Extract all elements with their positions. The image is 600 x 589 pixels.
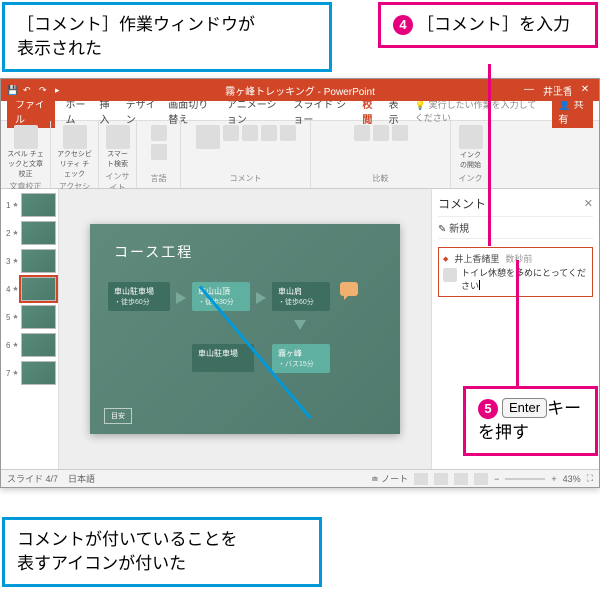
tell-me[interactable]: 実行したい作業を入力してください	[415, 100, 536, 123]
fit-icon[interactable]: ⛶	[587, 473, 593, 484]
enter-key: Enter	[502, 398, 547, 418]
shape-1[interactable]: 車山駐車場・徒歩60分	[108, 282, 170, 311]
slide-thumbnails[interactable]: 1★ 2★ 3★ 4★ 5★ 6★ 7★	[1, 189, 59, 469]
step-number: 5	[478, 399, 498, 419]
arrow-icon	[256, 292, 266, 304]
ribbon: スペル チェックと文章校正文章校正 アクセシビリティ チェックアクセシビリティ …	[1, 121, 599, 189]
thumbnail-2[interactable]: 2★	[3, 221, 56, 245]
callout-text: ［コメント］を入力	[417, 15, 570, 34]
undo-icon[interactable]: ↶	[23, 85, 33, 95]
slide-title[interactable]: コース工程	[114, 242, 193, 262]
compare-icon[interactable]	[354, 125, 370, 141]
thumbnail-7[interactable]: 7★	[3, 361, 56, 385]
thumbnail-6[interactable]: 6★	[3, 333, 56, 357]
zoom-out-icon[interactable]: −	[494, 474, 499, 484]
close-button[interactable]: ✕	[571, 79, 599, 101]
delete-comment-icon[interactable]	[223, 125, 239, 141]
avatar-icon	[443, 268, 457, 282]
prev-comment-icon[interactable]	[242, 125, 258, 141]
ribbon-group-label: コメント	[230, 173, 262, 184]
ribbon-group-label: 言語	[151, 173, 167, 184]
reading-view-icon[interactable]	[454, 473, 468, 485]
ribbon-group-comments: コメント	[181, 121, 311, 188]
ribbon-group-insights: スマート検索インサイト	[99, 121, 137, 188]
slideshow-view-icon[interactable]	[474, 473, 488, 485]
leader-step5	[516, 260, 519, 386]
shape-5[interactable]: 霧ヶ峰・バス15分	[272, 344, 330, 373]
comment-text-input[interactable]: トイレ休憩を多めにとってください	[461, 268, 588, 292]
comment-author: 井上香緒里	[454, 252, 499, 265]
new-comment-button[interactable]: 新規	[438, 216, 593, 239]
arrow-icon	[294, 320, 306, 330]
ribbon-group-proofing: スペル チェックと文章校正文章校正	[1, 121, 51, 188]
start-icon[interactable]: ▸	[55, 85, 65, 95]
ribbon-label: スペル チェックと文章校正	[7, 149, 44, 179]
callout-step5: 5Enterキーを押す	[463, 386, 598, 456]
normal-view-icon[interactable]	[414, 473, 428, 485]
comment-marker-icon[interactable]	[340, 282, 358, 296]
accept-icon[interactable]	[373, 125, 389, 141]
ink-icon[interactable]	[459, 125, 483, 149]
step-number: 4	[393, 15, 413, 35]
slide-legend[interactable]: 目安	[104, 408, 132, 424]
accessibility-icon[interactable]	[63, 125, 87, 149]
slide[interactable]: コース工程 車山駐車場・徒歩60分 車山山頂・徒歩30分 車山肩・徒歩60分 車…	[90, 224, 400, 434]
ribbon-group-compare: 比較	[311, 121, 451, 188]
ribbon-group-label: 比較	[373, 173, 389, 184]
thumbnail-5[interactable]: 5★	[3, 305, 56, 329]
zoom-in-icon[interactable]: +	[551, 474, 556, 484]
quick-access-toolbar[interactable]: 💾 ↶ ↷ ▸	[7, 85, 65, 95]
ribbon-group-ink: インクの開始インク	[451, 121, 491, 188]
window-controls: — □ ✕	[515, 79, 599, 101]
callout-pane-shown: ［コメント］作業ウィンドウが 表示された	[2, 2, 332, 72]
arrow-icon	[176, 292, 186, 304]
redo-icon[interactable]: ↷	[39, 85, 49, 95]
minimize-button[interactable]: —	[515, 79, 543, 101]
ribbon-group-accessibility: アクセシビリティ チェックアクセシビリティ	[51, 121, 99, 188]
ribbon-label: アクセシビリティ チェック	[57, 149, 92, 179]
comments-pane-title: コメント	[438, 195, 486, 212]
callout-step4: 4［コメント］を入力	[378, 2, 598, 48]
new-comment-icon[interactable]	[196, 125, 220, 149]
zoom-slider[interactable]	[505, 478, 545, 480]
language-indicator[interactable]: 日本語	[68, 472, 95, 485]
shape-4[interactable]: 車山駐車場	[192, 344, 254, 372]
callout-text: ［コメント］作業ウィンドウが 表示された	[17, 15, 255, 58]
callout-text: コメントが付いていることを 表すアイコンが付いた	[17, 530, 238, 573]
ribbon-label: スマート検索	[105, 149, 130, 169]
ribbon-group-label: インク	[459, 173, 483, 184]
next-comment-icon[interactable]	[261, 125, 277, 141]
status-bar: スライド 4/7 日本語 ≐ ノート − + 43% ⛶	[1, 469, 599, 487]
document-title: 霧ヶ峰トレッキング - PowerPoint	[225, 83, 375, 98]
thumbnail-3[interactable]: 3★	[3, 249, 56, 273]
title-bar: 💾 ↶ ↷ ▸ 霧ヶ峰トレッキング - PowerPoint 井上香緒里 — □…	[1, 79, 599, 101]
smart-lookup-icon[interactable]	[106, 125, 130, 149]
thumbnail-4[interactable]: 4★	[3, 277, 56, 301]
shape-3[interactable]: 車山肩・徒歩60分	[272, 282, 330, 311]
leader-step4	[488, 64, 491, 246]
save-icon[interactable]: 💾	[7, 85, 17, 95]
language-icon[interactable]	[151, 144, 167, 160]
translate-icon[interactable]	[151, 125, 167, 141]
ribbon-tabs: ファイル ホーム 挿入 デザイン 画面切り替え アニメーション スライド ショー…	[1, 101, 599, 121]
maximize-button[interactable]: □	[543, 79, 571, 101]
sorter-view-icon[interactable]	[434, 473, 448, 485]
thumbnail-1[interactable]: 1★	[3, 193, 56, 217]
spellcheck-icon[interactable]	[14, 125, 38, 149]
notes-button[interactable]: ≐ ノート	[371, 472, 408, 485]
ribbon-group-language: 言語	[137, 121, 181, 188]
show-comments-icon[interactable]	[280, 125, 296, 141]
zoom-level[interactable]: 43%	[563, 474, 581, 484]
callout-icon-attached: コメントが付いていることを 表すアイコンが付いた	[2, 517, 322, 587]
reject-icon[interactable]	[392, 125, 408, 141]
close-pane-icon[interactable]: ✕	[584, 197, 593, 210]
ribbon-label: インクの開始	[457, 150, 484, 170]
slide-canvas[interactable]: コース工程 車山駐車場・徒歩60分 車山山頂・徒歩30分 車山肩・徒歩60分 車…	[59, 189, 431, 469]
slide-indicator[interactable]: スライド 4/7	[7, 472, 58, 485]
